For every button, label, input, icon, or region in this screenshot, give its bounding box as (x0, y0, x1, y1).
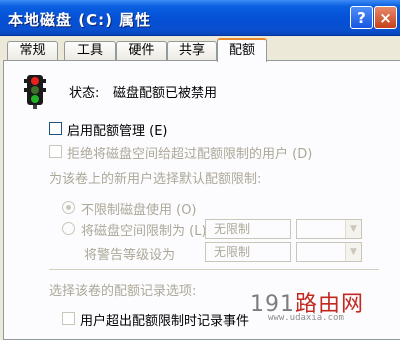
limit-space-input[interactable]: 无限制 (205, 219, 291, 239)
log-section-label: 选择该卷的配额记录选项: (49, 284, 197, 299)
log-exceed-label[interactable]: 用户超出配额限制时记录事件 (80, 310, 249, 329)
help-icon: ? (357, 8, 366, 27)
log-exceed-checkbox[interactable] (62, 312, 75, 325)
title-bar[interactable]: 本地磁盘 (C:) 属性 ? × (0, 0, 400, 36)
status-label: 状态: (69, 86, 100, 101)
deny-space-label[interactable]: 拒绝将磁盘空间给超过配额限制的用户 (D) (67, 143, 312, 162)
limit-space-radio[interactable] (62, 222, 75, 235)
limit-unit-select[interactable]: ▼ (296, 219, 362, 239)
close-icon: × (379, 8, 392, 27)
enable-quota-checkbox[interactable] (49, 122, 62, 135)
traffic-light-icon (24, 75, 46, 109)
no-limit-label[interactable]: 不限制磁盘使用 (O) (81, 199, 197, 218)
tab-hardware[interactable]: 硬件 (116, 41, 167, 61)
deny-space-checkbox[interactable] (49, 145, 62, 158)
tab-tools[interactable]: 工具 (64, 41, 116, 61)
limit-space-label[interactable]: 将磁盘空间限制为 (L) (81, 220, 207, 239)
enable-quota-label[interactable]: 启用配额管理 (E) (67, 120, 168, 139)
tab-sharing[interactable]: 共享 (167, 41, 217, 61)
help-button[interactable]: ? (350, 6, 373, 29)
close-button[interactable]: × (374, 6, 397, 29)
chevron-down-icon: ▼ (345, 220, 361, 238)
warning-level-input[interactable]: 无限制 (205, 242, 291, 262)
no-limit-radio[interactable] (62, 201, 75, 214)
chevron-down-icon: ▼ (345, 243, 361, 261)
tab-general[interactable]: 常规 (7, 41, 58, 61)
status-value: 磁盘配额已被禁用 (113, 86, 218, 101)
section-divider (49, 269, 379, 270)
window-title: 本地磁盘 (C:) 属性 (8, 11, 152, 29)
watermark-url: www.udaxia.com (268, 313, 344, 323)
default-limit-section-label: 为该卷上的新用户选择默认配额限制: (49, 172, 262, 187)
warning-unit-select[interactable]: ▼ (296, 242, 362, 262)
tab-quota[interactable]: 配额 (217, 38, 267, 62)
tab-bar: 常规 工具 硬件 共享 配额 (0, 36, 400, 62)
warning-level-label: 将警告等级设为 (84, 248, 176, 263)
